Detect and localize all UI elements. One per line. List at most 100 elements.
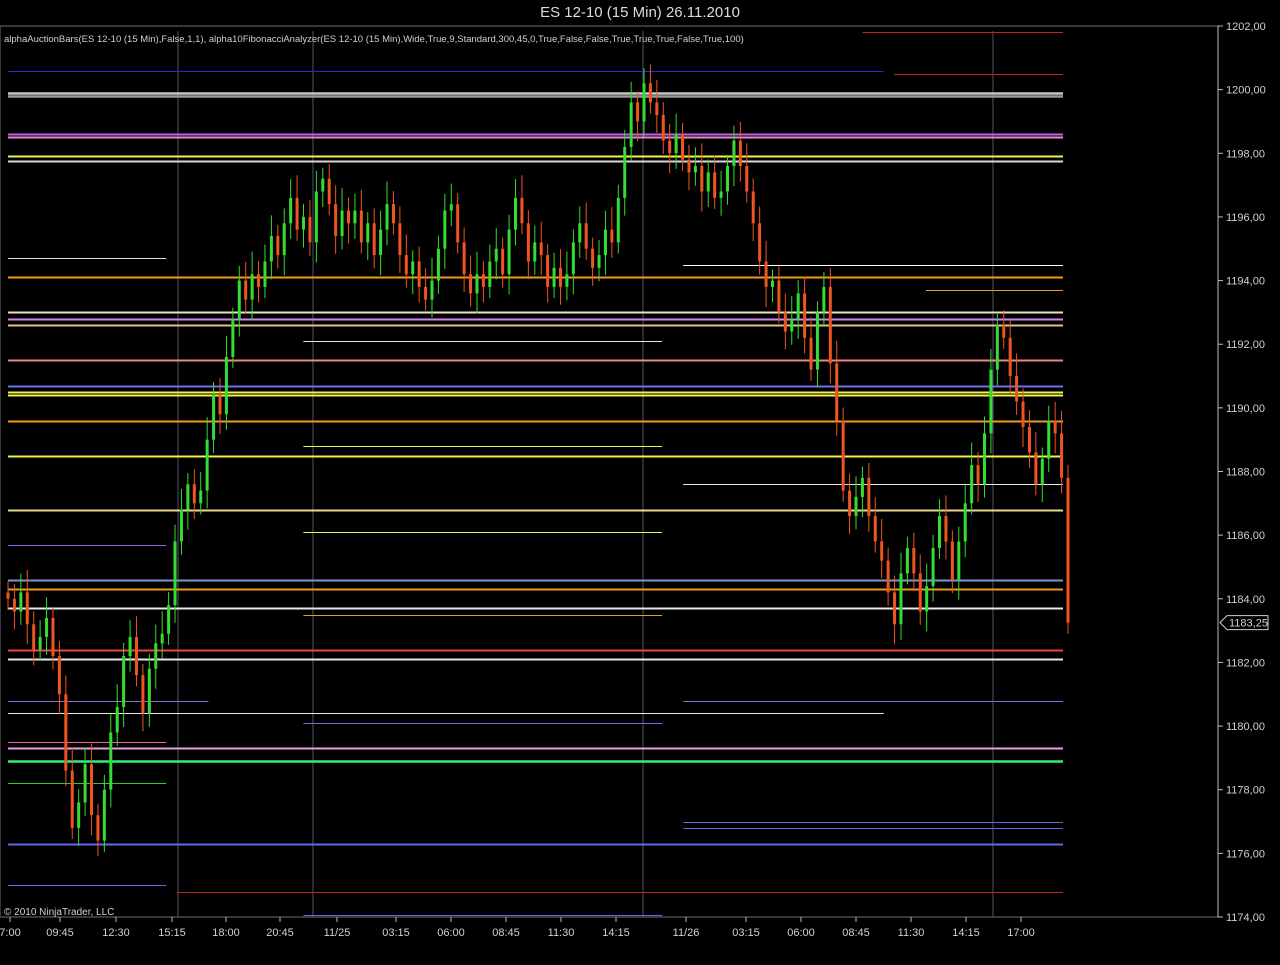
candle-body xyxy=(199,490,203,504)
candle-body xyxy=(353,210,357,224)
candle-body xyxy=(963,503,967,542)
candle-body xyxy=(764,261,768,287)
candle-body xyxy=(1053,420,1057,434)
candle-body xyxy=(263,261,267,287)
candle-body xyxy=(751,191,755,224)
candle-body xyxy=(501,248,505,275)
y-tick-label: 1190,00 xyxy=(1226,403,1265,415)
candle-body xyxy=(32,624,36,650)
candle-body xyxy=(385,204,389,230)
candle-body xyxy=(520,197,524,224)
candle-body xyxy=(334,204,338,237)
candle-body xyxy=(1060,433,1064,478)
candle-body xyxy=(925,586,929,612)
candle-body xyxy=(212,395,216,440)
candle-body xyxy=(886,560,890,593)
candle-body xyxy=(1021,401,1025,427)
candle-body xyxy=(803,293,807,338)
candle-body xyxy=(591,248,595,268)
candle-body xyxy=(391,204,395,224)
candle-body xyxy=(533,242,537,262)
candle-body xyxy=(424,286,428,300)
candle-body xyxy=(359,210,363,243)
candle-body xyxy=(257,274,261,287)
candle-body xyxy=(687,159,691,173)
candle-body xyxy=(302,216,306,230)
candle-body xyxy=(179,509,183,542)
x-tick-label: 14:15 xyxy=(602,927,630,939)
candle-body xyxy=(38,636,42,650)
y-tick-label: 1202,00 xyxy=(1226,21,1266,33)
candle-body xyxy=(449,204,453,211)
y-tick-label: 1178,00 xyxy=(1226,785,1265,797)
candle-body xyxy=(430,280,434,300)
candle-body xyxy=(327,178,331,205)
x-tick-label: 11:30 xyxy=(548,927,575,939)
candle-body xyxy=(231,318,235,357)
candle-body xyxy=(732,140,736,167)
candle-body xyxy=(700,166,704,192)
candle-body xyxy=(989,369,993,434)
candle-body xyxy=(417,261,421,287)
y-tick-label: 1188,00 xyxy=(1226,467,1265,479)
candle-body xyxy=(841,420,845,491)
time-axis[interactable]: 7:00 09:45 12:30 15:15 18:00 20:45 11/25 03:15 0… xyxy=(0,917,1035,939)
y-tick-label: 1176,00 xyxy=(1226,848,1265,860)
candle-body xyxy=(1034,452,1038,485)
candle-body xyxy=(250,274,254,300)
candle-body xyxy=(51,617,55,657)
candle-body xyxy=(109,732,113,790)
candle-body xyxy=(848,490,852,517)
candle-body xyxy=(481,274,485,287)
candle-body xyxy=(584,223,588,249)
candle-body xyxy=(938,516,942,548)
candle-body xyxy=(366,223,370,243)
candle-body xyxy=(289,197,293,224)
candle-body xyxy=(713,172,717,198)
candle-body xyxy=(995,325,999,370)
y-tick-label: 1198,00 xyxy=(1226,148,1265,160)
last-price-label: 1183,25 xyxy=(1229,618,1268,630)
candle-body xyxy=(623,146,627,198)
candle-body xyxy=(931,547,935,587)
last-price-marker: 1183,25 xyxy=(1219,615,1269,631)
candle-body xyxy=(192,484,196,504)
candle-body xyxy=(1008,337,1012,377)
candle-body xyxy=(507,229,511,275)
candle-body xyxy=(237,280,241,319)
x-tick-label: 06:00 xyxy=(787,927,815,939)
candle-body xyxy=(719,191,723,198)
candle-body xyxy=(642,83,646,122)
candle-body xyxy=(809,337,813,370)
candle-body xyxy=(173,541,177,606)
candle-body xyxy=(912,547,916,574)
x-tick-label: 08:45 xyxy=(842,927,870,939)
x-tick-label: 06:00 xyxy=(437,927,465,939)
candle-body xyxy=(526,223,530,262)
candle-body xyxy=(681,134,685,160)
price-chart[interactable]: 1174,00 1176,00 1178,00 1180,00 1182,00 1184,… xyxy=(0,0,1280,965)
y-tick-label: 1184,00 xyxy=(1226,594,1265,606)
candle-body xyxy=(314,191,318,243)
price-axis[interactable]: 1174,00 1176,00 1178,00 1180,00 1182,00 1184,… xyxy=(1217,21,1266,924)
candle-body xyxy=(880,541,884,561)
candle-body xyxy=(893,592,897,625)
x-tick-label: 20:45 xyxy=(266,927,294,939)
candle-body xyxy=(565,274,569,287)
candle-body xyxy=(462,242,466,275)
candle-body xyxy=(636,102,640,122)
candle-body xyxy=(494,248,498,262)
candle-body xyxy=(77,802,81,828)
candle-body xyxy=(783,312,787,332)
candle-body xyxy=(269,236,273,262)
x-tick-label: 11/26 xyxy=(673,927,700,939)
candle-body xyxy=(1027,426,1031,453)
candle-body xyxy=(970,465,974,504)
x-tick-label: 11:30 xyxy=(898,927,925,939)
candle-body xyxy=(726,166,730,192)
copyright-label: © 2010 NinjaTrader, LLC xyxy=(4,907,114,918)
x-tick-label: 14:15 xyxy=(952,927,980,939)
x-tick-label: 03:15 xyxy=(732,927,760,939)
candle-body xyxy=(578,223,582,243)
candle-body xyxy=(905,547,909,574)
